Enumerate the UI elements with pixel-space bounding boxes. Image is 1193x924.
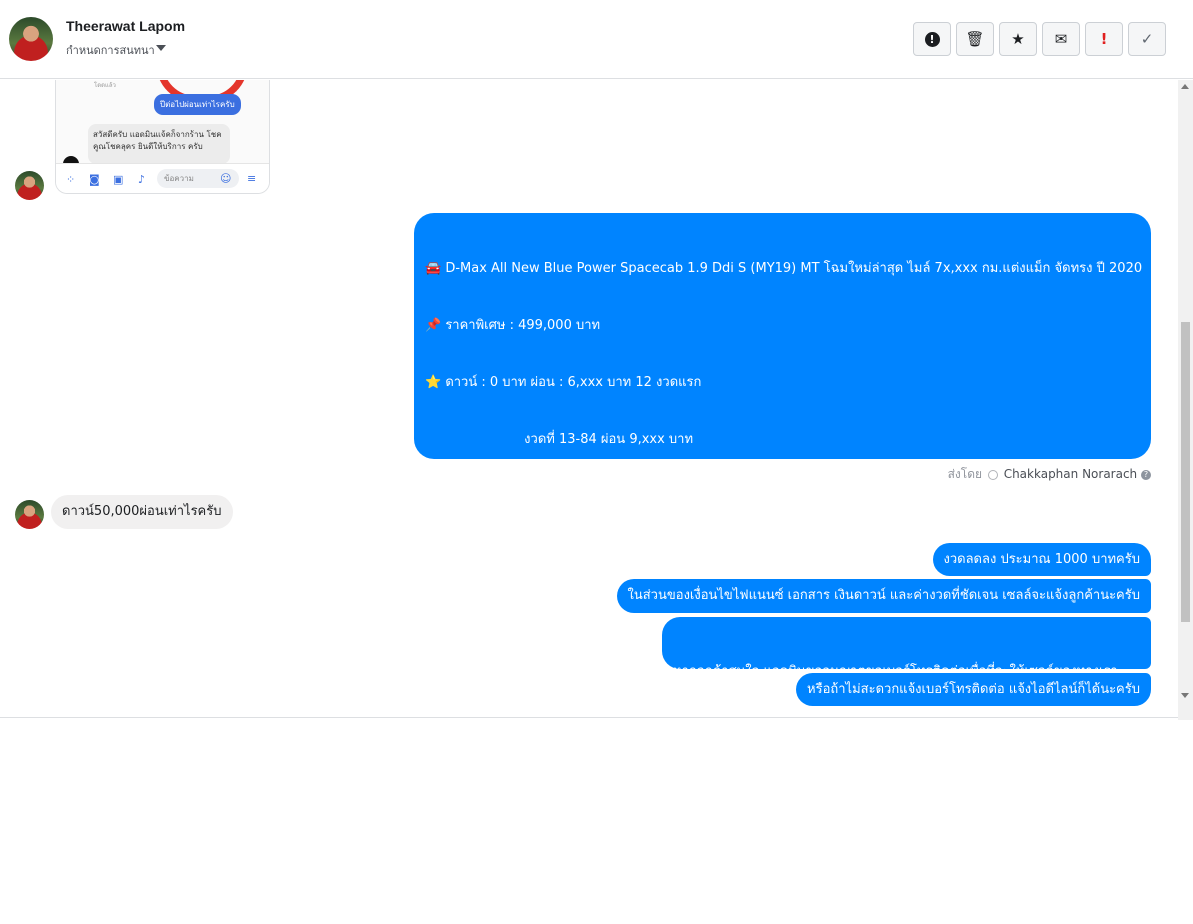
listing-line: เกียร์ : ธรรมดา [425, 831, 524, 846]
listing-line: 🚘 D-Max All New Blue Power Spacecab 1.9 … [425, 261, 1143, 276]
scroll-thumb[interactable] [1181, 322, 1190, 622]
outgoing-message: หรือถ้าไม่สะดวกแจ้งเบอร์โทรติดต่อ แจ้งไอ… [796, 673, 1151, 706]
image-attachment[interactable]: โดดแล้ว ปีต่อไปผ่อนเท่าไรครับ สวัสดีครับ… [55, 80, 270, 194]
composer-divider [0, 717, 1178, 718]
attachment-blue-bubble: ปีต่อไปผ่อนเท่าไรครับ [154, 94, 241, 115]
apps-icon: ⁘ [66, 173, 76, 186]
report-button[interactable]: ! [913, 22, 951, 56]
star-icon: ★ [1011, 30, 1025, 48]
scroll-down-arrow-icon[interactable] [1181, 693, 1189, 698]
contact-avatar[interactable] [9, 17, 53, 61]
scrollbar[interactable] [1178, 80, 1193, 720]
image-icon: ▣ [113, 173, 124, 186]
listing-line: 📌 ราคาพิเศษ : 499,000 บาท [425, 318, 601, 333]
listing-line [425, 487, 1140, 506]
outgoing-message: ในส่วนของเงื่อนไขไฟแนนซ์ เอกสาร เงินดาวน… [616, 579, 1151, 613]
sent-by-info: ส่งโดย Chakkaphan Norarach ? [948, 465, 1151, 484]
scroll-up-arrow-icon[interactable] [1181, 84, 1189, 89]
incoming-message: ดาวน์50,000ผ่อนเท่าไรครับ [51, 495, 233, 529]
message-line: ติดต่อแจ้งรายละเอียดเพิ่มเติมให้แก่ลูกค้… [673, 721, 940, 736]
exclamation-icon: ! [1100, 30, 1108, 48]
delete-button[interactable]: 🗑 [956, 22, 994, 56]
contact-name[interactable]: Theerawat Lapom [66, 18, 185, 34]
mark-done-button[interactable]: ✓ [1128, 22, 1166, 56]
sent-by-label: ส่งโดย [947, 467, 983, 481]
mark-unread-button[interactable]: ✉ [1042, 22, 1080, 56]
check-circle-icon [987, 469, 998, 480]
outgoing-message: หากลูกค้าสนใจ แอดมินขออนุญาตขอเบอร์โทรติ… [662, 617, 1151, 736]
attachment-small-text: โดดแล้ว [94, 82, 116, 89]
mark-important-button[interactable]: ! [1085, 22, 1123, 56]
conversation-toolbar: ! 🗑 ★ ✉ ! ✓ [913, 22, 1166, 56]
listing-message: 🚘 D-Max All New Blue Power Spacecab 1.9 … [414, 213, 1151, 903]
conversation-header: Theerawat Lapom กำหนดการสนทนา ! 🗑 ★ ✉ ! … [0, 0, 1193, 79]
mail-icon: ✉ [1054, 30, 1068, 48]
listing-line: เชื้อเพลิง : ดีเซล [425, 774, 529, 789]
emoji-icon: ☺ [220, 172, 232, 185]
contact-avatar-small[interactable] [15, 171, 44, 200]
camera-icon: ◙ [89, 173, 100, 186]
conversation-label-selector[interactable]: กำหนดการสนทนา [66, 41, 155, 59]
help-icon[interactable]: ? [1141, 469, 1151, 480]
chevron-down-icon[interactable] [156, 45, 166, 51]
check-icon: ✓ [1140, 30, 1154, 48]
attachment-grey-bubble: สวัสดีครับ แอดมินแจ้คก็จากร้าน โชคคูณโชค… [88, 124, 230, 164]
contact-avatar-small[interactable] [15, 500, 44, 529]
alert-circle-icon: ! [924, 31, 940, 47]
microphone-icon: ♪ [138, 173, 146, 186]
listing-line: ⭐ ดาวน์ : 0 บาท ผ่อน : 6,xxx บาท 12 งวดแ… [425, 375, 702, 390]
outgoing-message: งวดลดลง ประมาณ 1000 บาทครับ [932, 543, 1151, 576]
attachment-composer-bar: ⁘ ◙ ▣ ♪ ข้อความ ☺ ≡ [56, 163, 269, 193]
sender-name[interactable]: Chakkaphan Norarach [1004, 467, 1137, 481]
listing-line: งวดที่ 13-84 ผ่อน 9,xxx บาท [425, 432, 694, 447]
menu-icon: ≡ [247, 172, 257, 185]
trash-icon: 🗑 [965, 30, 985, 48]
listing-line: ยี่ห้อ : ISUZU (อีซูซุ) [425, 888, 554, 903]
star-button[interactable]: ★ [999, 22, 1037, 56]
